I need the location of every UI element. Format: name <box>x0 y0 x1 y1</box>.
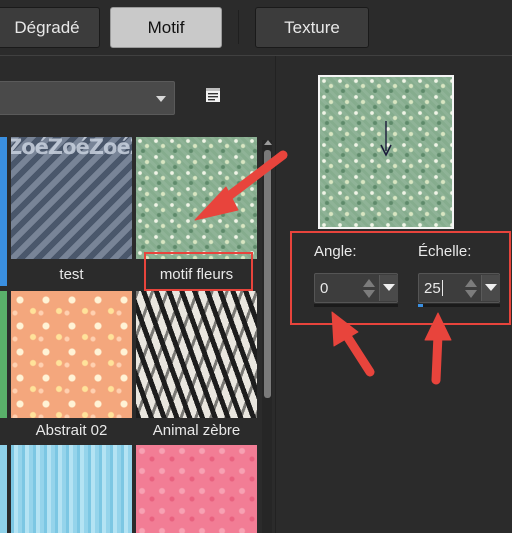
pattern-category-dropdown[interactable] <box>0 81 175 115</box>
pattern-thumbnail[interactable] <box>11 445 132 533</box>
scroll-up-arrow-icon[interactable] <box>264 140 272 145</box>
angle-dropdown-button[interactable] <box>379 275 398 301</box>
tab-degrade[interactable]: Dégradé <box>0 7 100 48</box>
pattern-thumbnail-motif-fleurs[interactable] <box>136 137 257 259</box>
angle-spinbox[interactable]: 0 <box>314 273 398 303</box>
panel-divider <box>275 56 276 533</box>
pattern-thumbnail-test[interactable]: ZoéZoéZoéZoéZoéZoéZoéZoéZoé <box>11 137 132 259</box>
angle-spin-arrows-icon[interactable] <box>363 278 375 300</box>
scale-spinbox[interactable]: 25 <box>418 273 500 303</box>
scale-dropdown-button[interactable] <box>481 275 500 301</box>
pattern-thumbnail-abstrait-02[interactable] <box>11 291 132 418</box>
scale-spin-arrows-icon[interactable] <box>465 278 477 300</box>
pattern-thumbnail-partial[interactable] <box>0 445 7 533</box>
tab-motif[interactable]: Motif <box>110 7 222 48</box>
tab-texture[interactable]: Texture <box>255 7 369 48</box>
chevron-down-icon <box>383 284 395 291</box>
scrollbar-thumb[interactable] <box>264 150 271 398</box>
tab-label: Dégradé <box>14 17 80 37</box>
pattern-thumbnail-partial[interactable] <box>0 291 7 418</box>
angle-slider[interactable] <box>314 304 398 307</box>
scale-label: Échelle: <box>418 243 472 260</box>
direction-arrow-icon <box>380 121 392 157</box>
tab-label: Motif <box>147 17 185 37</box>
pattern-thumbnail-animal-zebre[interactable] <box>136 291 257 418</box>
tab-label: Texture <box>284 17 340 37</box>
pattern-tile-text: ZoéZoéZoéZoéZoéZoéZoéZoéZoé <box>11 137 132 159</box>
tab-separator <box>238 10 239 44</box>
header-divider <box>0 55 512 56</box>
pattern-preview[interactable] <box>318 75 454 229</box>
pattern-label-test: test <box>59 266 84 283</box>
chevron-down-icon <box>156 96 166 102</box>
annotation-label-highlight <box>144 252 253 291</box>
pattern-thumbnail-partial[interactable] <box>0 137 7 286</box>
pattern-thumbnail[interactable] <box>136 445 257 533</box>
pattern-label-abstrait-02: Abstrait 02 <box>35 422 108 439</box>
pattern-label-animal-zebre: Animal zèbre <box>152 422 241 439</box>
chevron-down-icon <box>485 284 497 291</box>
angle-label: Angle: <box>314 243 357 260</box>
scale-slider-fill <box>418 304 423 307</box>
scale-slider[interactable] <box>418 304 500 307</box>
text-cursor <box>441 280 443 296</box>
list-view-icon[interactable] <box>204 86 222 104</box>
scale-value: 25 <box>424 280 443 297</box>
angle-value: 0 <box>320 280 329 297</box>
